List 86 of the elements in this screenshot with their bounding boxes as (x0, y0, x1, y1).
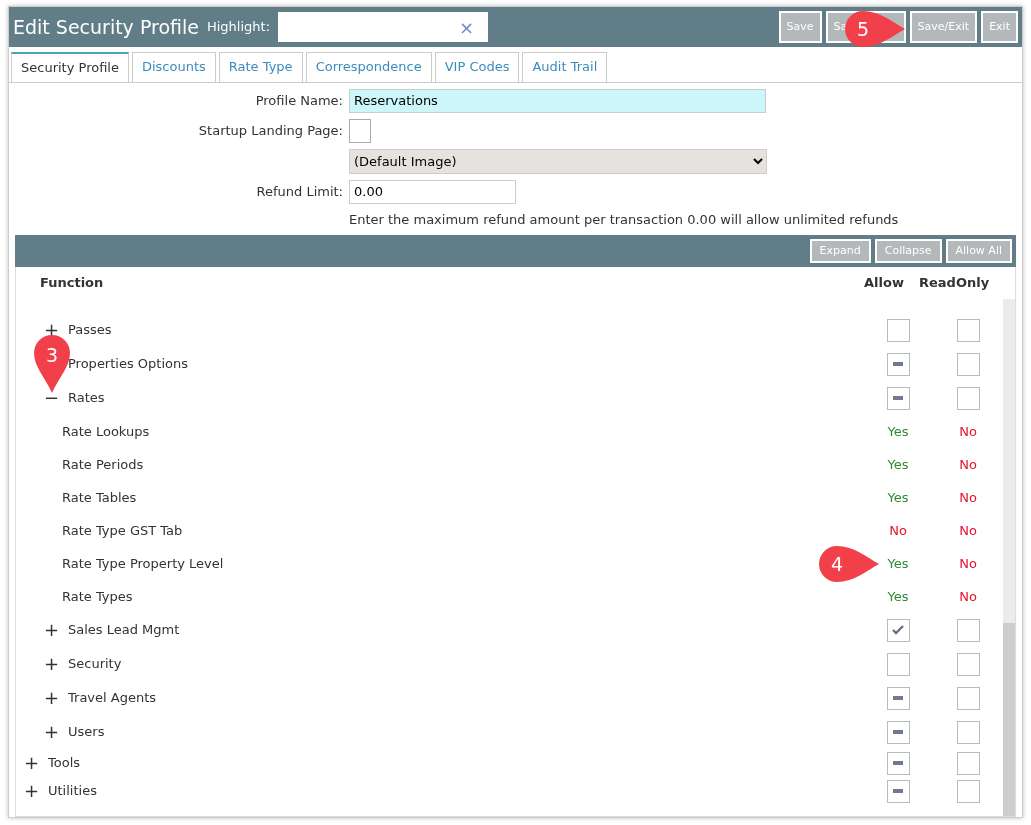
tab[interactable]: Rate Type (218, 52, 303, 82)
checkbox[interactable] (956, 352, 980, 376)
field-label: Highlight: (207, 18, 271, 37)
function-group: Travel Agents (68, 688, 157, 708)
function-group: Utilities (48, 781, 97, 801)
function-name: Rate Types (62, 587, 133, 606)
checkbox[interactable] (886, 751, 910, 775)
permission-value: No (889, 521, 907, 540)
permission-value: Yes (887, 422, 909, 441)
dash-icon (893, 362, 903, 366)
dash-icon (893, 761, 903, 765)
field-label: Refund Limit: (255, 182, 343, 201)
checkbox[interactable] (956, 618, 980, 642)
function-group: Security (68, 654, 122, 674)
landing-page-checkbox[interactable] (349, 118, 371, 143)
permission-value: Yes (887, 554, 909, 573)
checkbox[interactable] (886, 352, 910, 376)
permission-value: Yes (887, 488, 909, 507)
column-header: Function (39, 274, 105, 293)
function-group: Tools (48, 753, 81, 773)
checkbox[interactable] (956, 751, 980, 775)
expand-button[interactable]: + (44, 689, 58, 707)
field-label: Startup Landing Page: (197, 121, 343, 140)
function-group: Properties Options (68, 354, 188, 374)
permission-value: No (959, 554, 977, 573)
dash-icon (893, 730, 903, 734)
checkbox[interactable] (956, 720, 980, 744)
checkbox[interactable] (956, 652, 980, 676)
scrollbar[interactable] (1003, 299, 1015, 816)
checkbox[interactable] (956, 779, 980, 803)
checkbox[interactable] (886, 720, 910, 744)
expand-button[interactable]: + (44, 655, 58, 673)
toolbar-button[interactable]: Allow All (945, 239, 1012, 263)
check-icon (892, 625, 904, 635)
expand-button[interactable]: + (44, 621, 58, 639)
function-group: Rates (68, 388, 105, 408)
header-button[interactable]: Exit (981, 11, 1018, 43)
checkbox[interactable] (886, 686, 910, 710)
checkbox[interactable] (956, 386, 980, 410)
expand-button[interactable]: + (44, 723, 58, 741)
clear-button[interactable]: × (458, 13, 475, 41)
dash-icon (893, 789, 903, 793)
checkbox[interactable] (886, 386, 910, 410)
permission-value: Yes (887, 587, 909, 606)
tab[interactable]: Discounts (131, 52, 216, 82)
expand-button[interactable]: + (24, 754, 38, 772)
permission-value: No (959, 455, 977, 474)
image-select[interactable]: (Default Image) (349, 148, 767, 174)
expand-button[interactable]: + (24, 782, 38, 800)
permission-value: No (959, 422, 977, 441)
toolbar-button[interactable]: Collapse (874, 239, 942, 263)
checkbox[interactable] (886, 652, 910, 676)
header-button[interactable]: Save/Exit (909, 11, 978, 43)
checkbox[interactable] (886, 618, 910, 642)
function-group: Passes (68, 320, 112, 340)
function-group: Users (68, 722, 105, 742)
refund-limit-field[interactable]: 0.00 (349, 179, 516, 204)
permission-value: No (959, 488, 977, 507)
function-name: Rate Type GST Tab (62, 521, 183, 540)
tab[interactable]: Audit Trail (522, 52, 608, 82)
toolbar-button[interactable]: Expand (809, 239, 871, 263)
checkbox[interactable] (886, 318, 910, 342)
permission-value: Yes (887, 455, 909, 474)
tab[interactable]: Correspondence (305, 52, 432, 82)
header-button[interactable]: Save (778, 11, 822, 43)
tab[interactable]: Security Profile (11, 52, 129, 82)
checkbox[interactable] (956, 318, 980, 342)
function-name: Rate Periods (62, 455, 144, 474)
column-header: Allow (863, 274, 905, 293)
checkbox[interactable] (886, 779, 910, 803)
highlight-field[interactable]: × (278, 12, 489, 42)
function-group: Sales Lead Mgmt (68, 620, 180, 640)
window-title: Edit Security Profile (13, 14, 199, 40)
column-header: ReadOnly (919, 274, 989, 293)
profile-name-field[interactable]: Reservations (349, 88, 766, 113)
field-label: Profile Name: (254, 91, 343, 110)
function-name: Rate Tables (62, 488, 137, 507)
dash-icon (893, 696, 903, 700)
function-name: Rate Lookups (62, 422, 150, 441)
checkbox[interactable] (956, 686, 980, 710)
dash-icon (893, 396, 903, 400)
hint-text: Enter the maximum refund amount per transaction 0.00 will allow unlimited refunds (349, 210, 900, 229)
permission-value: No (959, 521, 977, 540)
function-name: Rate Type Property Level (62, 554, 224, 573)
permission-value: No (959, 587, 977, 606)
tab[interactable]: VIP Codes (434, 52, 520, 82)
